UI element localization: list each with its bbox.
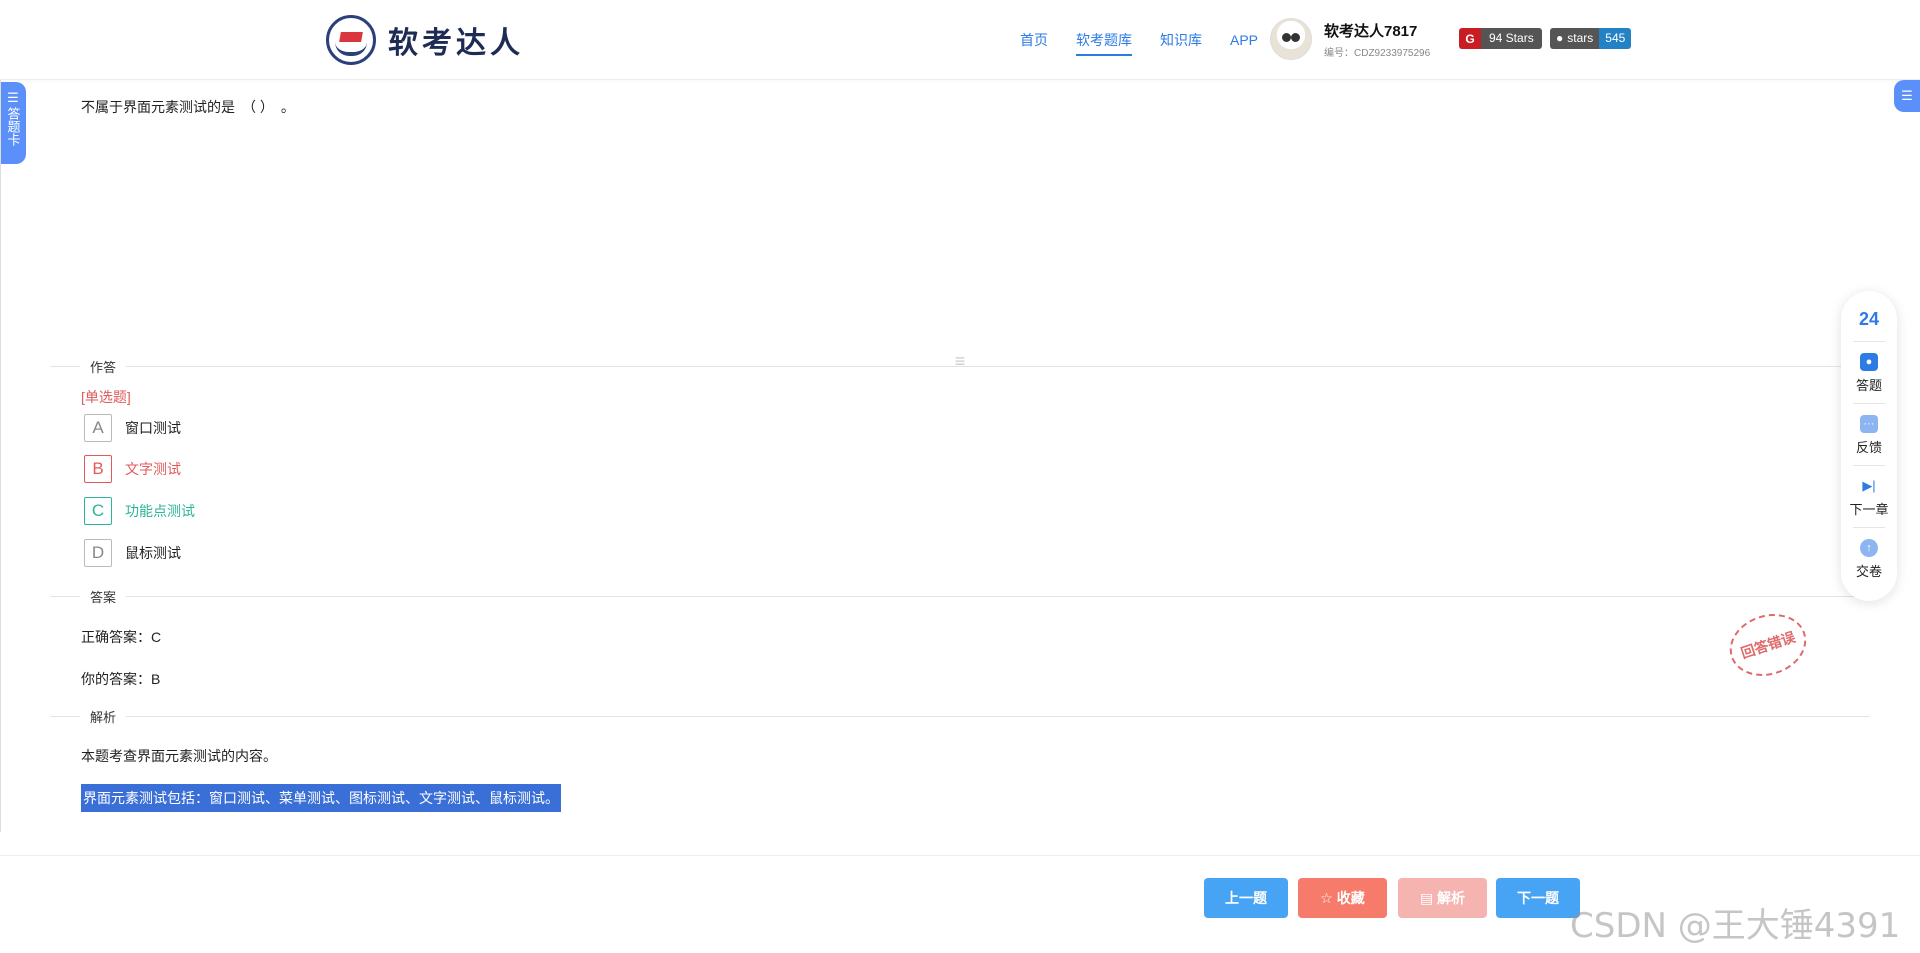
option-a[interactable]: A 窗口测试 bbox=[84, 414, 181, 442]
toolbar-label: 交卷 bbox=[1855, 564, 1882, 579]
menu-icon: ☰ bbox=[1901, 88, 1913, 103]
site-logo[interactable]: 软考达人 bbox=[326, 14, 524, 66]
prev-question-button[interactable]: 上一题 bbox=[1204, 878, 1288, 918]
toolbar-label: 反馈 bbox=[1855, 440, 1882, 455]
nav-home[interactable]: 首页 bbox=[1006, 0, 1062, 80]
analysis-text-highlighted: 界面元素测试包括：窗口测试、菜单测试、图标测试、文字测试、鼠标测试。 bbox=[81, 784, 561, 812]
your-answer: 你的答案：B bbox=[81, 671, 161, 687]
option-text: 文字测试 bbox=[125, 461, 181, 477]
github-stars-badge[interactable]: ● stars 545 bbox=[1550, 28, 1632, 49]
question-count: 24 bbox=[1858, 309, 1880, 329]
section-label-analysis: 解析 bbox=[80, 707, 127, 726]
section-label-answer: 答案 bbox=[80, 587, 127, 606]
logo-emblem-icon bbox=[326, 15, 376, 65]
user-name: 软考达人7817 bbox=[1324, 22, 1418, 40]
option-d[interactable]: D 鼠标测试 bbox=[84, 539, 181, 567]
option-letter: D bbox=[84, 539, 112, 567]
option-text: 窗口测试 bbox=[125, 420, 181, 436]
correct-answer: 正确答案：C bbox=[81, 629, 162, 645]
avatar[interactable] bbox=[1270, 18, 1312, 60]
top-header: 软考达人 首页 软考题库 知识库 APP 软考达人7817 编号：CDZ9233… bbox=[0, 0, 1920, 80]
gitee-stars-count: 94 Stars bbox=[1481, 28, 1542, 49]
option-b[interactable]: B 文字测试 bbox=[84, 455, 181, 483]
nav-app[interactable]: APP bbox=[1216, 0, 1272, 80]
section-divider bbox=[50, 596, 1870, 597]
github-icon: ● bbox=[1556, 31, 1564, 45]
skip-next-icon: ▶| bbox=[1862, 478, 1876, 493]
option-c[interactable]: C 功能点测试 bbox=[84, 497, 195, 525]
feedback-button[interactable]: ··· 反馈 bbox=[1841, 415, 1897, 456]
right-menu-tab[interactable]: ☰ bbox=[1894, 80, 1920, 112]
option-text: 功能点测试 bbox=[125, 503, 195, 519]
wrong-answer-stamp: 回答错误 bbox=[1721, 604, 1815, 686]
github-stars-label: stars bbox=[1567, 31, 1594, 45]
section-divider bbox=[50, 716, 1870, 717]
right-toolbar: 24 ● 答题 ··· 反馈 ▶| 下一章 ↑ 交卷 bbox=[1841, 291, 1897, 601]
answer-icon: ● bbox=[1860, 353, 1878, 371]
gitee-stars-badge[interactable]: G 94 Stars bbox=[1459, 28, 1542, 49]
csdn-watermark: CSDN @王大锤4391 bbox=[1570, 906, 1901, 946]
analysis-button[interactable]: ▤ 解析 bbox=[1398, 878, 1487, 918]
user-id: 编号：CDZ9233975296 bbox=[1324, 47, 1431, 59]
nav-knowledge-base[interactable]: 知识库 bbox=[1146, 0, 1216, 80]
section-label-answer-area: 作答 bbox=[80, 357, 127, 376]
next-question-button[interactable]: 下一题 bbox=[1496, 878, 1580, 918]
main-nav: 首页 软考题库 知识库 APP bbox=[1006, 0, 1272, 80]
drag-handle-icon[interactable]: ≡ bbox=[948, 352, 972, 370]
analysis-text: 本题考查界面元素测试的内容。 bbox=[81, 748, 277, 764]
github-stars-count: 545 bbox=[1599, 28, 1632, 49]
answer-card-tab[interactable]: ☰ 答题卡 bbox=[0, 82, 26, 164]
gitee-icon: G bbox=[1459, 28, 1481, 49]
favorite-button[interactable]: ☆ 收藏 bbox=[1298, 878, 1387, 918]
answer-sheet-button[interactable]: ● 答题 bbox=[1841, 353, 1897, 394]
question-text: 不属于界面元素测试的是 （ ） 。 bbox=[81, 99, 295, 115]
content-left-border bbox=[0, 80, 1, 832]
question-type: [单选题] bbox=[81, 389, 131, 405]
option-letter: A bbox=[84, 414, 112, 442]
answer-card-label: 答题卡 bbox=[5, 107, 21, 146]
option-letter: B bbox=[84, 455, 112, 483]
menu-icon: ☰ bbox=[7, 90, 19, 105]
upload-arrow-icon: ↑ bbox=[1860, 539, 1878, 557]
option-letter: C bbox=[84, 497, 112, 525]
feedback-icon: ··· bbox=[1860, 415, 1878, 433]
option-text: 鼠标测试 bbox=[125, 545, 181, 561]
nav-question-bank[interactable]: 软考题库 bbox=[1062, 0, 1146, 80]
next-chapter-button[interactable]: ▶| 下一章 bbox=[1841, 477, 1897, 518]
toolbar-label: 下一章 bbox=[1849, 502, 1889, 517]
submit-exam-button[interactable]: ↑ 交卷 bbox=[1841, 539, 1897, 580]
logo-text: 软考达人 bbox=[388, 27, 524, 60]
user-profile[interactable]: 软考达人7817 编号：CDZ9233975296 bbox=[1270, 18, 1430, 60]
toolbar-label: 答题 bbox=[1855, 378, 1882, 393]
